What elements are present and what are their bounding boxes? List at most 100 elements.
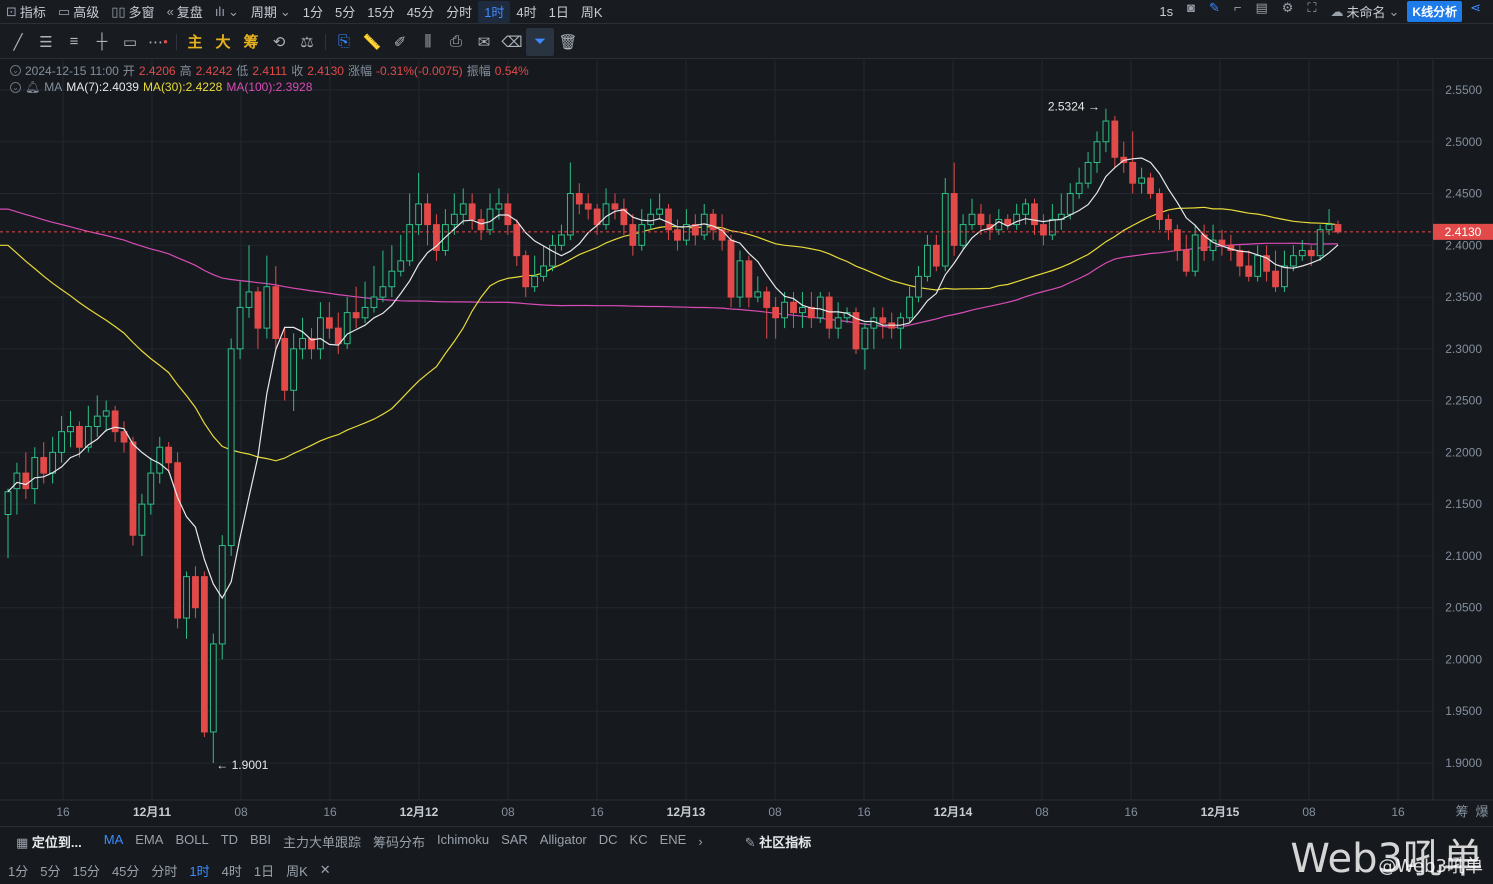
high-label: 高: [179, 64, 192, 78]
candle-body: [263, 286, 271, 329]
horizontal-ray-icon[interactable]: ┼: [88, 28, 116, 56]
filter-icon[interactable]: ⏷: [526, 27, 554, 56]
bottom-timeframe-tab-2[interactable]: 15分: [66, 861, 105, 880]
indicator-tab-4[interactable]: BBI: [244, 832, 277, 851]
advanced-button[interactable]: ▭ 高级: [52, 1, 105, 23]
big-order-button[interactable]: 大: [209, 28, 237, 56]
bottom-timeframe-tab-0[interactable]: 1分: [2, 861, 34, 880]
timeframe-tab-6[interactable]: 4时: [510, 1, 542, 23]
collapse-icon[interactable]: ⌄: [10, 65, 21, 76]
chevron-right-icon[interactable]: ›: [692, 834, 708, 849]
layout-icon[interactable]: ▤: [1249, 1, 1273, 23]
ruler-icon[interactable]: 📏: [358, 28, 386, 56]
x-tick-label: 16: [1391, 805, 1405, 819]
bar-pattern-icon[interactable]: ⫼: [414, 28, 442, 56]
community-indicators-button[interactable]: ✎ 社区指标: [739, 832, 818, 851]
indicator-tab-11[interactable]: KC: [624, 832, 654, 851]
calendar-icon: ▭: [57, 4, 71, 19]
brush-icon[interactable]: ✐: [386, 28, 414, 56]
timeframe-tab-8[interactable]: 周K: [575, 1, 609, 23]
indicator-tab-0[interactable]: MA: [98, 832, 130, 851]
indicator-tab-8[interactable]: SAR: [495, 832, 534, 851]
candle-body: [76, 426, 83, 448]
indicator-tab-12[interactable]: ENE: [654, 832, 693, 851]
restore-button[interactable]: «复盘: [161, 1, 209, 23]
more-tools-icon[interactable]: ⋯ ●: [144, 28, 172, 56]
bottom-timeframe-tab-6[interactable]: 4时: [216, 861, 248, 880]
bell-icon[interactable]: 🔔︎: [25, 80, 40, 94]
chart-type-button[interactable]: ılı ⌄: [209, 1, 245, 23]
x-tick-label: 08: [1302, 805, 1316, 819]
share-icon[interactable]: ⋖: [1464, 1, 1487, 23]
line-tool-icon[interactable]: ╱: [4, 28, 32, 56]
measure-icon[interactable]: ⚖: [293, 28, 321, 56]
candle-body: [406, 224, 414, 262]
timeframe-tab-3[interactable]: 45分: [401, 1, 440, 23]
timeframe-tab-0[interactable]: 1分: [297, 1, 329, 23]
indicator-button[interactable]: ⊡ 指标: [0, 1, 52, 23]
indicator-tab-9[interactable]: Alligator: [534, 832, 593, 851]
lock-icon[interactable]: ⎙: [442, 28, 470, 56]
timeframe-tab-7[interactable]: 1日: [543, 1, 575, 23]
timeframe-tab-2[interactable]: 15分: [361, 1, 400, 23]
close-icon[interactable]: ✕: [314, 862, 337, 878]
crop-icon[interactable]: ⌐: [1228, 1, 1248, 23]
bottom-timeframe-tab-3[interactable]: 45分: [106, 861, 145, 880]
candle-body: [317, 317, 324, 350]
bottom-timeframe-tab-7[interactable]: 1日: [248, 861, 280, 880]
indicator-tab-3[interactable]: TD: [215, 832, 244, 851]
bottom-timeframe-tab-5[interactable]: 1时: [183, 861, 215, 880]
main-force-button[interactable]: 主: [181, 28, 209, 56]
note-icon[interactable]: ✉: [470, 28, 498, 56]
bottom-timeframe-tab-1[interactable]: 5分: [34, 861, 66, 880]
timeframe-tab-1[interactable]: 5分: [329, 1, 361, 23]
price-chart[interactable]: 2.5500 2.5000 2.4500 2.4000 2.3500 2.3000 2.25…: [0, 60, 1493, 825]
chevron-down-icon: ⌄: [227, 4, 239, 19]
candle-body: [1093, 141, 1101, 163]
x-tick-label: 08: [501, 805, 515, 819]
candle-body: [290, 348, 298, 391]
bottom-timeframe-tab-4[interactable]: 分时: [145, 861, 183, 880]
settings-icon[interactable]: ⚙: [1276, 1, 1300, 23]
trash-icon[interactable]: 🗑: [554, 28, 582, 56]
collapse-icon[interactable]: ⌄: [10, 81, 21, 93]
indicator-tab-5[interactable]: 主力大单跟踪: [277, 832, 367, 851]
interval-select[interactable]: 1s: [1153, 1, 1179, 23]
period-dropdown[interactable]: 周期 ⌄: [245, 1, 297, 23]
candle-body: [245, 291, 253, 308]
candle-body: [584, 203, 592, 210]
candle-body: [138, 503, 146, 536]
indicator-bar: ▦ 定位到... MA EMA BOLL TD BBI 主力大单跟踪 筹码分布 Ichimok…: [0, 826, 1493, 856]
indicator-tab-2[interactable]: BOLL: [169, 832, 214, 851]
parallel-lines-icon[interactable]: ☰: [32, 28, 60, 56]
candle-body: [1307, 249, 1315, 257]
candle-body: [602, 203, 610, 226]
kline-analysis-button[interactable]: K线分析: [1407, 1, 1463, 22]
chips-label: 筹: [1455, 804, 1468, 820]
eraser-icon[interactable]: ⌫: [498, 28, 526, 56]
locate-button[interactable]: ▦ 定位到...: [10, 832, 88, 851]
rectangle-icon[interactable]: ▭: [116, 28, 144, 56]
low-value: 2.4111: [252, 63, 288, 78]
cycle-icon[interactable]: ⟲: [265, 28, 293, 56]
timeframe-tab-4[interactable]: 分时: [440, 1, 478, 23]
magnet-icon[interactable]: ⎘: [330, 28, 358, 56]
pen-icon[interactable]: ✎: [1203, 1, 1226, 23]
indicator-tab-10[interactable]: DC: [593, 832, 624, 851]
candle-body: [450, 213, 458, 226]
candle-body: [513, 224, 521, 257]
indicator-tab-6[interactable]: 筹码分布: [367, 832, 431, 851]
horizontal-lines-icon[interactable]: ≡: [60, 28, 88, 56]
timeframe-tab-5[interactable]: 1时: [478, 0, 511, 23]
candle-body: [665, 208, 672, 231]
layout-name-dropdown[interactable]: ☁ 未命名 ⌄: [1325, 1, 1406, 23]
chip-button[interactable]: 筹: [237, 28, 265, 56]
indicator-tab-1[interactable]: EMA: [129, 832, 169, 851]
ma100-value: MA(100):2.3928: [226, 80, 313, 94]
bottom-timeframe-tab-8[interactable]: 周K: [280, 861, 314, 880]
fullscreen-icon[interactable]: ⛶: [1301, 1, 1322, 23]
multi-window-button[interactable]: ▯▯ 多窗: [105, 1, 160, 23]
indicator-tab-7[interactable]: Ichimoku: [431, 832, 495, 851]
candle-body: [977, 213, 985, 226]
camera-icon[interactable]: ◙: [1181, 1, 1201, 23]
